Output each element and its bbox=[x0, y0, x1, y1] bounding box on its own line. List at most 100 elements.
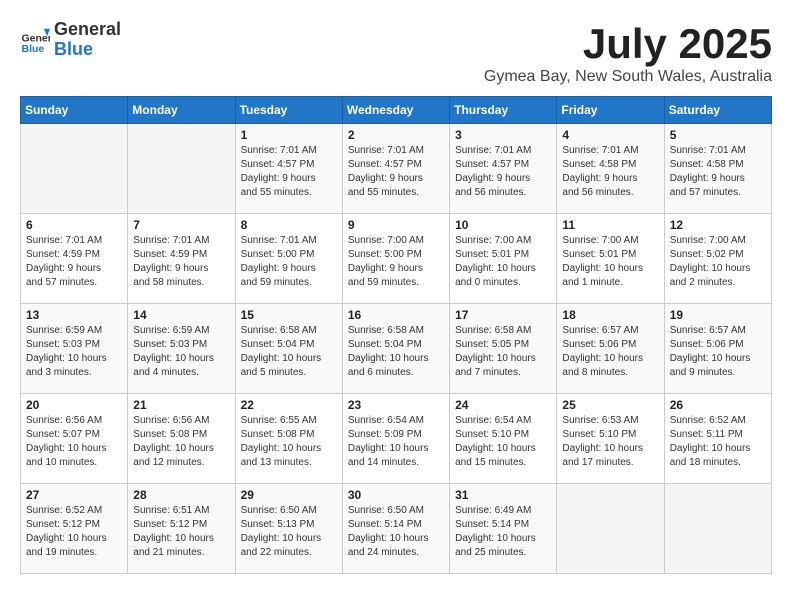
day-info: Sunrise: 7:01 AM Sunset: 4:58 PM Dayligh… bbox=[562, 144, 658, 200]
calendar-cell bbox=[557, 484, 664, 574]
day-number: 5 bbox=[670, 128, 766, 142]
calendar-cell: 14 Sunrise: 6:59 AM Sunset: 5:03 PM Dayli… bbox=[128, 304, 235, 394]
day-number: 17 bbox=[455, 308, 551, 322]
logo-text: General Blue bbox=[54, 20, 121, 60]
calendar-week-row: 27 Sunrise: 6:52 AM Sunset: 5:12 PM Dayli… bbox=[21, 484, 772, 574]
calendar-cell: 11Sunrise: 7:00 AM Sunset: 5:01 PM Dayli… bbox=[557, 214, 664, 304]
day-number: 8 bbox=[241, 218, 337, 232]
calendar-cell: 30Sunrise: 6:50 AM Sunset: 5:14 PM Dayli… bbox=[342, 484, 449, 574]
day-info: Sunrise: 6:50 AM Sunset: 5:13 PM Dayligh… bbox=[241, 504, 337, 560]
day-number: 30 bbox=[348, 488, 444, 502]
month-title: July 2025 bbox=[484, 20, 772, 68]
day-number: 24 bbox=[455, 398, 551, 412]
day-number: 26 bbox=[670, 398, 766, 412]
weekday-header-wednesday: Wednesday bbox=[342, 97, 449, 124]
calendar-cell: 31 Sunrise: 6:49 AM Sunset: 5:14 PM Dayli… bbox=[450, 484, 557, 574]
day-number: 28 bbox=[133, 488, 229, 502]
day-number: 4 bbox=[562, 128, 658, 142]
day-info: Sunrise: 6:59 AM Sunset: 5:03 PM Dayligh… bbox=[26, 324, 122, 380]
day-number: 19 bbox=[670, 308, 766, 322]
logo: General Blue General Blue bbox=[20, 20, 121, 60]
day-info: Sunrise: 7:00 AM Sunset: 5:00 PM Dayligh… bbox=[348, 234, 444, 290]
title-block: July 2025 Gymea Bay, New South Wales, Au… bbox=[484, 20, 772, 86]
day-info: Sunrise: 6:57 AM Sunset: 5:06 PM Dayligh… bbox=[562, 324, 658, 380]
calendar-cell: 16Sunrise: 6:58 AM Sunset: 5:04 PM Dayli… bbox=[342, 304, 449, 394]
calendar-cell: 4 Sunrise: 7:01 AM Sunset: 4:58 PM Daylig… bbox=[557, 124, 664, 214]
calendar-cell bbox=[21, 124, 128, 214]
day-number: 21 bbox=[133, 398, 229, 412]
weekday-header-sunday: Sunday bbox=[21, 97, 128, 124]
day-number: 6 bbox=[26, 218, 122, 232]
calendar-week-row: 6 Sunrise: 7:01 AM Sunset: 4:59 PM Daylig… bbox=[21, 214, 772, 304]
calendar-cell: 12 Sunrise: 7:00 AM Sunset: 5:02 PM Dayli… bbox=[664, 214, 771, 304]
calendar-cell bbox=[664, 484, 771, 574]
calendar-cell: 9 Sunrise: 7:00 AM Sunset: 5:00 PM Daylig… bbox=[342, 214, 449, 304]
day-number: 29 bbox=[241, 488, 337, 502]
calendar-cell: 17 Sunrise: 6:58 AM Sunset: 5:05 PM Dayli… bbox=[450, 304, 557, 394]
day-number: 7 bbox=[133, 218, 229, 232]
day-number: 9 bbox=[348, 218, 444, 232]
day-number: 16 bbox=[348, 308, 444, 322]
day-info: Sunrise: 6:54 AM Sunset: 5:10 PM Dayligh… bbox=[455, 414, 551, 470]
day-info: Sunrise: 7:01 AM Sunset: 4:59 PM Dayligh… bbox=[133, 234, 229, 290]
weekday-header-saturday: Saturday bbox=[664, 97, 771, 124]
calendar-cell: 20Sunrise: 6:56 AM Sunset: 5:07 PM Dayli… bbox=[21, 394, 128, 484]
calendar-cell: 21 Sunrise: 6:56 AM Sunset: 5:08 PM Dayli… bbox=[128, 394, 235, 484]
day-info: Sunrise: 6:51 AM Sunset: 5:12 PM Dayligh… bbox=[133, 504, 229, 560]
calendar-cell: 28 Sunrise: 6:51 AM Sunset: 5:12 PM Dayli… bbox=[128, 484, 235, 574]
calendar-cell: 18Sunrise: 6:57 AM Sunset: 5:06 PM Dayli… bbox=[557, 304, 664, 394]
day-number: 12 bbox=[670, 218, 766, 232]
location: Gymea Bay, New South Wales, Australia bbox=[484, 68, 772, 86]
day-number: 10 bbox=[455, 218, 551, 232]
day-info: Sunrise: 6:58 AM Sunset: 5:04 PM Dayligh… bbox=[241, 324, 337, 380]
day-info: Sunrise: 6:52 AM Sunset: 5:12 PM Dayligh… bbox=[26, 504, 122, 560]
calendar-week-row: 1Sunrise: 7:01 AM Sunset: 4:57 PM Daylig… bbox=[21, 124, 772, 214]
day-info: Sunrise: 6:52 AM Sunset: 5:11 PM Dayligh… bbox=[670, 414, 766, 470]
day-number: 22 bbox=[241, 398, 337, 412]
day-info: Sunrise: 7:00 AM Sunset: 5:01 PM Dayligh… bbox=[455, 234, 551, 290]
day-info: Sunrise: 6:59 AM Sunset: 5:03 PM Dayligh… bbox=[133, 324, 229, 380]
calendar-cell: 25Sunrise: 6:53 AM Sunset: 5:10 PM Dayli… bbox=[557, 394, 664, 484]
calendar-cell: 13 Sunrise: 6:59 AM Sunset: 5:03 PM Dayli… bbox=[21, 304, 128, 394]
day-number: 3 bbox=[455, 128, 551, 142]
day-info: Sunrise: 7:01 AM Sunset: 4:57 PM Dayligh… bbox=[455, 144, 551, 200]
day-number: 20 bbox=[26, 398, 122, 412]
calendar-cell: 1Sunrise: 7:01 AM Sunset: 4:57 PM Daylig… bbox=[235, 124, 342, 214]
logo-icon: General Blue bbox=[20, 25, 50, 55]
day-number: 23 bbox=[348, 398, 444, 412]
logo-line1: General bbox=[54, 20, 121, 40]
calendar-cell: 10 Sunrise: 7:00 AM Sunset: 5:01 PM Dayli… bbox=[450, 214, 557, 304]
calendar-cell: 27 Sunrise: 6:52 AM Sunset: 5:12 PM Dayli… bbox=[21, 484, 128, 574]
day-info: Sunrise: 7:01 AM Sunset: 4:57 PM Dayligh… bbox=[241, 144, 337, 200]
calendar-cell: 15 Sunrise: 6:58 AM Sunset: 5:04 PM Dayli… bbox=[235, 304, 342, 394]
day-number: 31 bbox=[455, 488, 551, 502]
logo-line2: Blue bbox=[54, 40, 121, 60]
calendar-cell: 26 Sunrise: 6:52 AM Sunset: 5:11 PM Dayli… bbox=[664, 394, 771, 484]
day-info: Sunrise: 6:49 AM Sunset: 5:14 PM Dayligh… bbox=[455, 504, 551, 560]
calendar-cell: 22 Sunrise: 6:55 AM Sunset: 5:08 PM Dayli… bbox=[235, 394, 342, 484]
weekday-header-thursday: Thursday bbox=[450, 97, 557, 124]
weekday-header-row: SundayMondayTuesdayWednesdayThursdayFrid… bbox=[21, 97, 772, 124]
day-info: Sunrise: 7:01 AM Sunset: 4:58 PM Dayligh… bbox=[670, 144, 766, 200]
calendar-table: SundayMondayTuesdayWednesdayThursdayFrid… bbox=[20, 96, 772, 574]
day-info: Sunrise: 7:00 AM Sunset: 5:01 PM Dayligh… bbox=[562, 234, 658, 290]
calendar-cell: 2 Sunrise: 7:01 AM Sunset: 4:57 PM Daylig… bbox=[342, 124, 449, 214]
day-info: Sunrise: 7:00 AM Sunset: 5:02 PM Dayligh… bbox=[670, 234, 766, 290]
day-info: Sunrise: 6:55 AM Sunset: 5:08 PM Dayligh… bbox=[241, 414, 337, 470]
calendar-cell: 7 Sunrise: 7:01 AM Sunset: 4:59 PM Daylig… bbox=[128, 214, 235, 304]
page-header: General Blue General Blue July 2025 Gyme… bbox=[20, 20, 772, 86]
calendar-cell: 24 Sunrise: 6:54 AM Sunset: 5:10 PM Dayli… bbox=[450, 394, 557, 484]
day-number: 14 bbox=[133, 308, 229, 322]
calendar-week-row: 13 Sunrise: 6:59 AM Sunset: 5:03 PM Dayli… bbox=[21, 304, 772, 394]
calendar-cell: 19Sunrise: 6:57 AM Sunset: 5:06 PM Dayli… bbox=[664, 304, 771, 394]
day-info: Sunrise: 6:58 AM Sunset: 5:05 PM Dayligh… bbox=[455, 324, 551, 380]
day-number: 25 bbox=[562, 398, 658, 412]
svg-text:Blue: Blue bbox=[22, 43, 45, 55]
day-number: 15 bbox=[241, 308, 337, 322]
day-number: 2 bbox=[348, 128, 444, 142]
day-number: 27 bbox=[26, 488, 122, 502]
day-number: 13 bbox=[26, 308, 122, 322]
day-info: Sunrise: 6:56 AM Sunset: 5:08 PM Dayligh… bbox=[133, 414, 229, 470]
calendar-cell: 3 Sunrise: 7:01 AM Sunset: 4:57 PM Daylig… bbox=[450, 124, 557, 214]
day-info: Sunrise: 7:01 AM Sunset: 4:57 PM Dayligh… bbox=[348, 144, 444, 200]
